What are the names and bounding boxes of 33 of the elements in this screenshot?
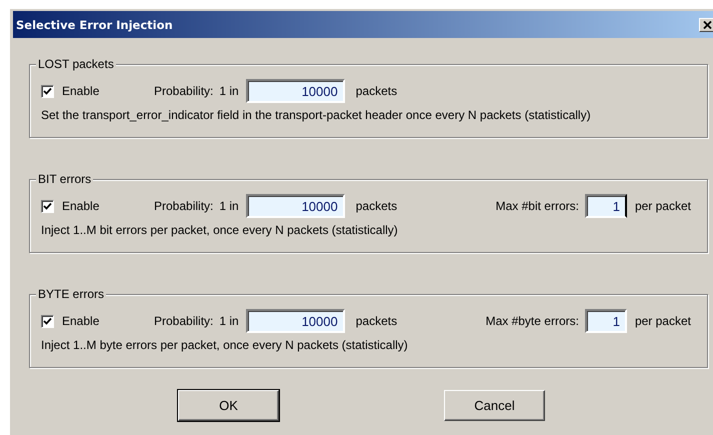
probability-label: Probability: (154, 84, 214, 98)
group-description: Set the transport_error_indicator field in the transport-packet header once every N packets (statistically) (41, 108, 592, 122)
max-errors-field[interactable]: 1 (584, 309, 627, 333)
close-button[interactable] (699, 18, 713, 32)
unit-label: packets (356, 314, 398, 328)
max-errors-label: Max #byte errors: (486, 314, 579, 328)
probability-field[interactable]: 10000 (246, 194, 345, 218)
unit-label: packets (356, 199, 398, 213)
unit-label: per packet (634, 314, 691, 328)
probability-label: Probability: (154, 314, 214, 328)
close-icon (702, 20, 712, 28)
probability-label: Probability: (154, 199, 214, 213)
ok-button[interactable]: OK (178, 390, 279, 421)
checkbox[interactable] (41, 84, 54, 98)
group-description: Inject 1..M bit errors per packet, once every N packets (statistically) (41, 223, 399, 237)
ratio-label: 1 in (219, 314, 239, 328)
max-errors-field[interactable]: 1 (584, 194, 627, 218)
group-description: Inject 1..M byte errors per packet, once every N packets (statistically) (41, 338, 409, 352)
checkbox-label: Enable (62, 199, 100, 213)
checkbox[interactable] (41, 200, 54, 212)
ratio-label: 1 in (219, 199, 239, 213)
probability-field[interactable]: 10000 (246, 309, 345, 333)
checkbox-label: Enable (62, 84, 100, 98)
checkbox-label: Enable (62, 314, 100, 328)
checkbox[interactable] (41, 314, 54, 328)
unit-label: packets (356, 84, 398, 98)
unit-label: per packet (634, 199, 691, 213)
window-title: Selective Error Injection (16, 18, 173, 32)
cancel-button[interactable]: Cancel (444, 390, 545, 421)
max-errors-label: Max #bit errors: (496, 199, 579, 213)
ratio-label: 1 in (219, 84, 239, 98)
probability-field[interactable]: 10000 (246, 79, 345, 103)
group-title: LOST packets (36, 57, 116, 72)
